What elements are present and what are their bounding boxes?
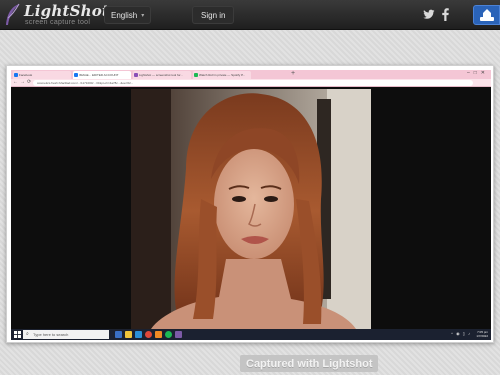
clock-date: 1/7/2022 <box>476 334 488 338</box>
sign-in-button[interactable]: Sign in <box>192 6 235 24</box>
language-label: English <box>111 10 138 20</box>
browser-tab-active: IMAGE... EDITED ACCOUNT <box>73 71 131 79</box>
address-url: cosmetics.fresh.fxfaciliad.com/.../11710… <box>33 80 473 86</box>
browser-tab-label: Facebook <box>19 73 33 77</box>
taskbar-search-placeholder: Type here to search <box>33 332 69 337</box>
search-icon: ⌕ <box>26 331 29 337</box>
browser-tab-label: Watch Roll in private — Spotify P... <box>199 73 246 77</box>
browser-tab-label: Lightshot — screenshot tool for... <box>139 73 183 77</box>
window-controls-icon: –□✕ <box>467 70 489 76</box>
sign-in-label: Sign in <box>201 10 226 20</box>
download-icon <box>480 9 494 21</box>
browser-address-bar: ←→⟳ cosmetics.fresh.fxfaciliad.com/.../1… <box>11 79 491 87</box>
favicon-icon <box>194 73 198 77</box>
browser-nav-icon: ←→⟳ <box>13 79 34 85</box>
taskbar-app-icon <box>135 331 142 338</box>
browser-tab-label: IMAGE... EDITED ACCOUNT <box>79 73 119 77</box>
system-tray-icon: ^ ◉ ▯ ♪ <box>451 331 471 336</box>
logo-subtitle: screen capture tool <box>25 19 91 26</box>
chevron-down-icon: ▾ <box>141 12 145 19</box>
taskbar-app-icon <box>155 331 162 338</box>
browser-tab-strip: Facebook IMAGE... EDITED ACCOUNT Lightsh… <box>11 70 491 79</box>
taskbar-app-icon <box>165 331 172 338</box>
captured-screenshot[interactable]: Facebook IMAGE... EDITED ACCOUNT Lightsh… <box>6 65 494 343</box>
language-dropdown[interactable]: English ▾ <box>104 6 152 24</box>
taskbar-search-box: ⌕ Type here to search <box>23 330 109 339</box>
top-bar: LightShot screen capture tool English ▾ … <box>0 0 500 30</box>
logo-title[interactable]: LightShot <box>24 2 109 20</box>
favicon-icon <box>74 73 78 77</box>
portrait-photo <box>131 89 371 329</box>
browser-tab: Facebook <box>13 71 71 79</box>
windows-taskbar: ⌕ Type here to search ^ ◉ ▯ ♪ 7:05 pm 1/… <box>11 329 491 340</box>
favicon-icon <box>14 73 18 77</box>
captured-with-caption: Captured with Lightshot <box>240 355 379 372</box>
browser-viewport <box>11 87 491 329</box>
taskbar-app-icon <box>175 331 182 338</box>
download-button[interactable] <box>473 5 500 25</box>
taskbar-app-icon <box>115 331 122 338</box>
taskbar-app-icon <box>125 331 132 338</box>
facebook-icon[interactable] <box>442 8 449 21</box>
taskbar-clock: 7:05 pm 1/7/2022 <box>476 330 488 338</box>
twitter-icon[interactable] <box>423 9 435 20</box>
new-tab-icon: + <box>291 70 296 77</box>
browser-tab: Lightshot — screenshot tool for... <box>133 71 191 79</box>
favicon-icon <box>134 73 138 77</box>
taskbar-app-icon <box>145 331 152 338</box>
browser-tab: Watch Roll in private — Spotify P... <box>193 71 251 79</box>
feather-icon <box>6 3 20 25</box>
windows-start-icon <box>14 331 21 338</box>
